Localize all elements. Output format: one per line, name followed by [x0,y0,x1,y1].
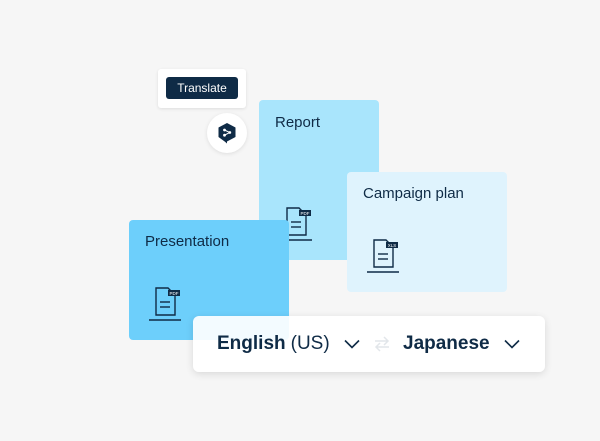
target-language-select[interactable]: Japanese [403,316,520,372]
presentation-card-title: Presentation [145,233,230,250]
svg-text:PDF: PDF [170,291,179,296]
campaign-plan-card[interactable]: Campaign plan XLS [347,172,507,292]
swap-arrows-icon[interactable] [373,335,391,353]
source-language-select[interactable]: English (US) [217,316,360,372]
svg-text:XLS: XLS [388,243,397,248]
report-card-title: Report [275,114,321,131]
deepl-logo-badge[interactable] [207,113,247,153]
deepl-logo-icon [218,123,236,144]
pdf-document-icon: PDF [149,287,181,321]
translation-illustration: Translate Report PDF Presentation PDF Ca… [0,0,600,441]
chevron-down-icon [504,339,520,349]
language-selector-bar: English (US) Japanese [193,316,545,372]
source-language-name: English [217,333,286,354]
campaign-plan-card-title: Campaign plan [363,185,464,202]
target-language-name: Japanese [403,333,490,354]
translate-button[interactable]: Translate [166,77,238,99]
xlsx-document-icon: XLS [367,239,399,273]
chevron-down-icon [344,339,360,349]
svg-text:PDF: PDF [301,211,310,216]
source-language-variant: (US) [290,333,330,354]
translate-tooltip: Translate [158,69,246,108]
